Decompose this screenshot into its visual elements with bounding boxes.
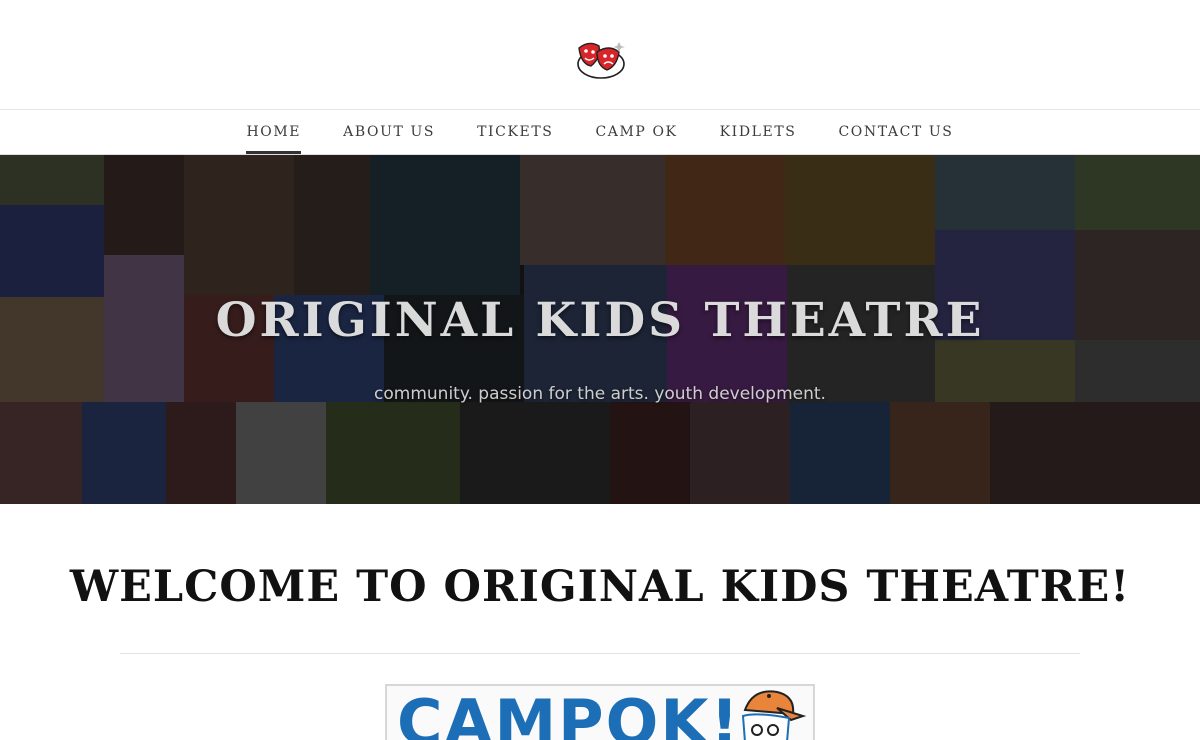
nav-item-label: HOME <box>246 124 302 140</box>
nav-item-label: KIDLETS <box>719 124 797 140</box>
hero-banner: ORIGINAL KIDS THEATRE community. passion… <box>0 155 1200 504</box>
nav-item-label: ABOUT US <box>343 124 436 140</box>
nav-item-tickets[interactable]: TICKETS <box>456 110 574 154</box>
nav-list: HOME ABOUT US TICKETS CAMP OK KIDLETS CO… <box>0 110 1200 154</box>
theatre-masks-logo-icon <box>577 42 625 79</box>
nav-item-label: CONTACT US <box>838 124 954 140</box>
nav-item-camp-ok[interactable]: CAMP OK <box>574 110 698 154</box>
nav-item-label: TICKETS <box>477 124 554 140</box>
welcome-section: WELCOME TO ORIGINAL KIDS THEATRE! <box>0 504 1200 654</box>
nav-item-about-us[interactable]: ABOUT US <box>322 110 456 154</box>
hero-title: ORIGINAL KIDS THEATRE <box>215 293 985 348</box>
section-divider <box>120 653 1080 654</box>
welcome-heading: WELCOME TO ORIGINAL KIDS THEATRE! <box>69 562 1131 612</box>
nav-item-label: CAMP OK <box>595 124 678 140</box>
camp-ok-banner-image[interactable]: CAMPOK! <box>385 684 815 740</box>
hero-tagline: community. passion for the arts. youth d… <box>374 384 826 404</box>
cap-mascot-icon <box>741 690 807 740</box>
camp-ok-banner-text: CAMPOK! <box>397 686 741 740</box>
site-logo[interactable] <box>573 38 627 82</box>
main-navigation: HOME ABOUT US TICKETS CAMP OK KIDLETS CO… <box>0 110 1200 155</box>
nav-item-kidlets[interactable]: KIDLETS <box>699 110 818 154</box>
nav-item-contact-us[interactable]: CONTACT US <box>817 110 974 154</box>
site-header <box>0 0 1200 110</box>
nav-item-home[interactable]: HOME <box>225 110 322 154</box>
